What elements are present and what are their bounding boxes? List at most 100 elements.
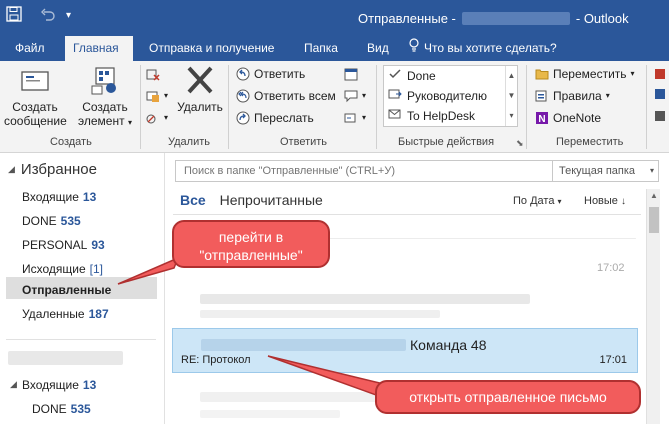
account-name-redacted[interactable] [8, 351, 123, 365]
delete-label: Удалить [177, 100, 223, 114]
account-folder-inbox[interactable]: Входящие 13 [22, 378, 96, 392]
tell-me-box[interactable]: Что вы хотите сделать? [400, 36, 565, 61]
onenote-label: OneNote [553, 111, 602, 125]
folder-done[interactable]: DONE 535 [22, 214, 81, 228]
ribbon-divider [526, 65, 527, 149]
rules-icon [535, 89, 549, 103]
qat-customize-icon[interactable]: ▾ [66, 10, 71, 21]
more-respond-icon [344, 111, 358, 125]
move-button[interactable]: Переместить ▾ [535, 65, 635, 83]
message-row-selected[interactable]: Команда 48 RE: Протокол 17:01 [172, 328, 638, 373]
collapse-triangle-icon: ◢ [8, 164, 15, 174]
message-time: 17:01 [599, 354, 627, 366]
scroll-thumb[interactable] [649, 207, 659, 233]
reply-button[interactable]: Ответить [236, 65, 305, 83]
junk-icon [146, 111, 160, 125]
folder-deleted[interactable]: Удаленные 187 [22, 307, 109, 321]
scroll-up-icon[interactable]: ▲ [647, 191, 661, 200]
message-list-scrollbar[interactable]: ▲ [646, 189, 660, 424]
onenote-button[interactable]: N OneNote [535, 109, 601, 127]
sort-by-label: По Дата [513, 195, 555, 207]
reply-icon [236, 67, 250, 81]
sort-by-dropdown[interactable]: По Дата ▾ [513, 195, 562, 207]
account-folder-done[interactable]: DONE 535 [32, 402, 91, 416]
tab-view[interactable]: Вид [359, 36, 397, 61]
im-button[interactable]: ▾ [344, 87, 366, 105]
email-to-icon [388, 106, 402, 126]
account-name-redacted [461, 12, 570, 25]
ribbon-overflow-icon[interactable] [654, 67, 666, 137]
group-label-move: Переместить [556, 136, 624, 148]
message-sender-redacted[interactable] [200, 392, 390, 402]
more-respond-button[interactable]: ▾ [344, 109, 366, 127]
chat-icon [344, 89, 358, 103]
window-title: Отправленные - - Outlook [358, 11, 629, 26]
quick-step-manager[interactable]: Руководителю [384, 86, 517, 106]
ribbon-divider [376, 65, 377, 149]
folder-sent[interactable]: Отправленные [22, 283, 111, 297]
search-scope-dropdown[interactable]: Текущая папка ▾ [552, 161, 659, 181]
filter-unread[interactable]: Непрочитанные [220, 192, 323, 208]
new-items-button[interactable]: Создать элемент ▾ [74, 64, 136, 130]
search-input[interactable] [176, 161, 546, 181]
delete-x-icon [183, 66, 217, 96]
folder-personal[interactable]: PERSONAL 93 [22, 238, 105, 252]
junk-button[interactable]: ▾ [146, 109, 168, 127]
tab-home[interactable]: Главная [65, 36, 133, 61]
chevron-down-icon: ▾ [164, 113, 169, 122]
rules-label: Правила [553, 89, 602, 103]
new-email-button[interactable]: Создать сообщение [4, 64, 67, 128]
arrow-down-icon: ↓ [621, 196, 626, 207]
folder-pane: ◢ Избранное Входящие 13 DONE 535 PERSONAL 9… [0, 153, 165, 424]
tab-send-receive[interactable]: Отправка и получение [141, 36, 282, 61]
calendar-icon [344, 67, 358, 81]
folder-outbox[interactable]: Исходящие [1] [22, 262, 103, 276]
chevron-down-icon: ▾ [649, 166, 654, 175]
onenote-icon: N [535, 111, 549, 125]
save-icon[interactable] [6, 6, 22, 25]
envelope-icon [18, 66, 52, 96]
undo-icon[interactable] [40, 6, 56, 25]
quick-access-toolbar: ▾ [6, 6, 71, 25]
title-bar: ▾ Отправленные - - Outlook [0, 0, 669, 36]
rules-button[interactable]: Правила ▾ [535, 87, 610, 105]
reply-all-icon [236, 89, 250, 103]
filter-all[interactable]: Все [180, 192, 206, 208]
chevron-down-icon: ▾ [362, 113, 367, 122]
folder-inbox[interactable]: Входящие 13 [22, 190, 96, 204]
message-subject-redacted[interactable] [200, 310, 440, 318]
quick-steps-scroll[interactable]: ▲ ▼ ▾ [505, 66, 517, 126]
chevron-down-icon: ▾ [127, 118, 132, 127]
message-subject-redacted[interactable] [200, 410, 340, 418]
quick-steps-launcher-icon[interactable]: ⬊ [516, 138, 524, 149]
sort-order-button[interactable]: Новые ↓ [584, 195, 626, 207]
quick-step-done[interactable]: Done [384, 66, 517, 86]
annotation-open-sent: открыть отправленное письмо [375, 380, 641, 414]
ribbon-divider [646, 65, 647, 149]
chevron-down-icon: ▾ [557, 197, 562, 206]
reply-label: Ответить [254, 67, 306, 81]
message-subject: RE: Протокол [181, 354, 251, 366]
chevron-down-icon: ▾ [362, 91, 367, 100]
tab-folder[interactable]: Папка [296, 36, 346, 61]
reply-all-button[interactable]: Ответить всем [236, 87, 336, 105]
quick-step-helpdesk[interactable]: To HelpDesk [384, 106, 517, 126]
cleanup-icon [146, 89, 160, 103]
delete-button[interactable]: Удалить [174, 64, 226, 114]
move-label: Переместить [553, 67, 627, 81]
meeting-button[interactable] [344, 65, 358, 83]
new-email-label-1: Создать [12, 100, 58, 114]
expand-triangle-icon[interactable]: ◢ [10, 379, 17, 390]
message-time: 17:02 [597, 262, 625, 274]
message-sender-redacted[interactable] [200, 294, 530, 304]
forward-button[interactable]: Переслать [236, 109, 314, 127]
quick-step-label: To HelpDesk [407, 109, 476, 123]
reply-all-label: Ответить всем [254, 89, 336, 103]
search-scope-label: Текущая папка [559, 165, 636, 177]
cleanup-button[interactable]: ▾ [146, 87, 168, 105]
ignore-button[interactable] [146, 65, 160, 83]
tab-file[interactable]: Файл [7, 36, 53, 61]
new-items-label-1: Создать [82, 100, 128, 114]
message-filters: Все Непрочитанные [180, 192, 323, 208]
favorites-header[interactable]: ◢ Избранное [8, 161, 97, 178]
